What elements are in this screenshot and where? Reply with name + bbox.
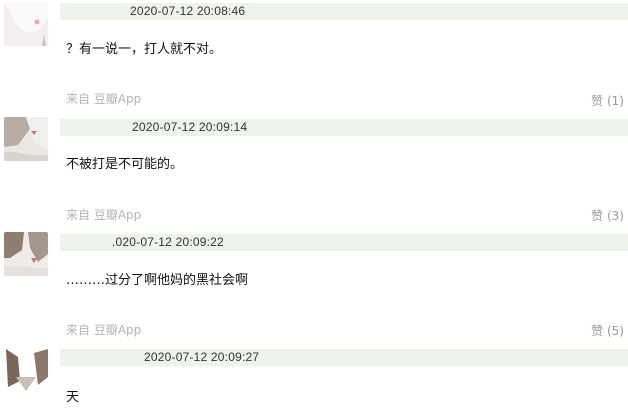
comment-header: 2020-07-12 20:08:46	[60, 3, 628, 20]
user-avatar-icon[interactable]	[4, 2, 48, 46]
comment-timestamp: 2020-07-12 20:08:46	[130, 4, 246, 18]
like-button[interactable]: 赞 (3)	[591, 207, 624, 224]
comment-source[interactable]: 来自 豆瓣App	[66, 90, 141, 107]
user-avatar-icon[interactable]	[4, 117, 48, 161]
comment-text: ？有一说一，打人就不对。	[66, 42, 223, 57]
user-avatar-icon[interactable]	[4, 232, 48, 276]
comment-header: .020-07-12 20:09:22	[60, 234, 628, 251]
comment-source[interactable]: 来自 豆瓣App	[66, 321, 141, 338]
like-button[interactable]: 赞 (5)	[591, 322, 624, 339]
comment-timestamp: 2020-07-12 20:09:14	[132, 120, 248, 134]
comment-header: 2020-07-12 20:09:14	[60, 119, 628, 136]
comment-text: ………过分了啊他妈的黑社会啊	[66, 273, 249, 288]
like-button[interactable]: 赞 (1)	[591, 92, 624, 109]
comment-header: 2020-07-12 20:09:27	[60, 349, 628, 366]
comment-text: 不被打是不可能的。	[66, 157, 184, 172]
comment-timestamp: 2020-07-12 20:09:27	[144, 350, 260, 364]
user-avatar-icon[interactable]	[4, 347, 48, 391]
comment-text: 天	[66, 390, 80, 405]
comment-timestamp: .020-07-12 20:09:22	[112, 235, 224, 249]
comment-source[interactable]: 来自 豆瓣App	[66, 206, 141, 223]
